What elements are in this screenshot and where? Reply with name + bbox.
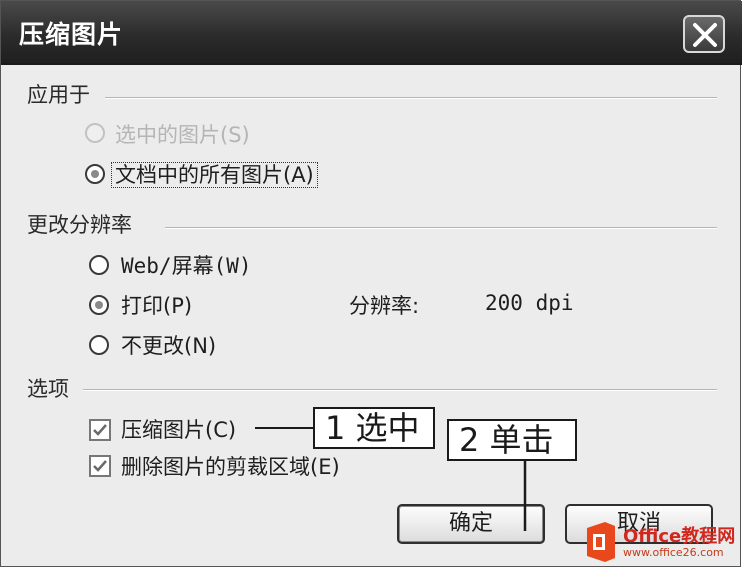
- office-icon: [587, 522, 615, 562]
- callout-lines: [255, 427, 527, 531]
- office-logo: Office教程网 www.office26.com: [583, 518, 741, 568]
- logo-url: www.office26.com: [623, 546, 724, 559]
- callout-step-1: 1 选中: [313, 407, 435, 449]
- logo-brand: Office教程网: [623, 526, 736, 547]
- compress-pictures-dialog: 压缩图片 应用于 选中的图片(S) 文档中的所有图片(A) 更改分辨率 Web/…: [0, 0, 742, 568]
- callout-step-2: 2 单击: [447, 419, 577, 461]
